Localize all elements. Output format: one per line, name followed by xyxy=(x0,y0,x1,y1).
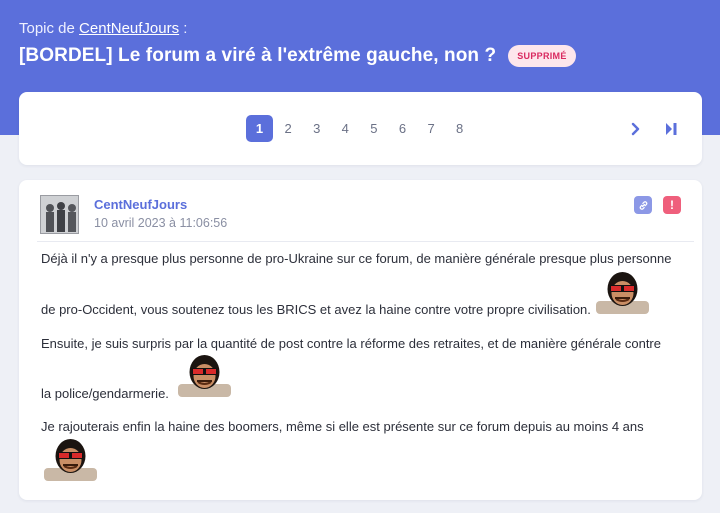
pagination-bar: 1 2 3 4 5 6 7 8 xyxy=(19,92,702,165)
post-text-line-2: de pro-Occident, vous soutenez tous les … xyxy=(41,302,591,317)
avatar-image-icon xyxy=(41,196,78,233)
alert-icon: ! xyxy=(670,198,674,212)
page-8-button[interactable]: 8 xyxy=(446,115,473,142)
page-3-button[interactable]: 3 xyxy=(303,115,330,142)
report-button[interactable]: ! xyxy=(663,196,681,214)
topic-author-link[interactable]: CentNeufJours xyxy=(79,20,179,37)
last-page-icon xyxy=(666,122,677,135)
page-5-button[interactable]: 5 xyxy=(360,115,387,142)
post-text-line-1: Déjà il n'y a presque plus personne de p… xyxy=(41,251,672,266)
next-page-button[interactable] xyxy=(624,115,648,142)
post-date: 10 avril 2023 à 11:06:56 xyxy=(94,216,228,230)
status-badge: SUPPRIMÉ xyxy=(508,45,576,67)
post-text-line-5: Je rajouterais enfin la haine des boomer… xyxy=(41,419,644,434)
permalink-button[interactable] xyxy=(634,196,652,214)
link-icon xyxy=(639,200,647,210)
page-title: [BORDEL] Le forum a viré à l'extrême gau… xyxy=(19,45,497,66)
post-divider xyxy=(37,241,694,242)
sunglasses-man-sticker-icon xyxy=(178,355,231,397)
post-text-line-4: la police/gendarmerie. xyxy=(41,386,169,401)
sunglasses-man-sticker-icon xyxy=(44,439,97,481)
topic-prefix: Topic de xyxy=(19,20,75,37)
page-list: 1 2 3 4 5 6 7 8 xyxy=(246,115,475,142)
title-row: [BORDEL] Le forum a viré à l'extrême gau… xyxy=(19,45,576,67)
page-6-button[interactable]: 6 xyxy=(389,115,416,142)
sunglasses-man-sticker-icon xyxy=(596,272,649,314)
avatar[interactable] xyxy=(40,195,79,234)
page-7-button[interactable]: 7 xyxy=(418,115,445,142)
topic-author-line: Topic de CentNeufJours : xyxy=(19,20,187,37)
topic-suffix: : xyxy=(179,20,188,37)
page-4-button[interactable]: 4 xyxy=(332,115,359,142)
chevron-right-icon xyxy=(631,122,640,135)
last-page-button[interactable] xyxy=(659,115,683,142)
post-text-line-3: Ensuite, je suis surpris par la quantité… xyxy=(41,336,661,351)
post-card: CentNeufJours 10 avril 2023 à 11:06:56 !… xyxy=(19,180,702,500)
page-1-button[interactable]: 1 xyxy=(246,115,273,142)
post-author-link[interactable]: CentNeufJours xyxy=(94,197,187,212)
page-2-button[interactable]: 2 xyxy=(275,115,302,142)
